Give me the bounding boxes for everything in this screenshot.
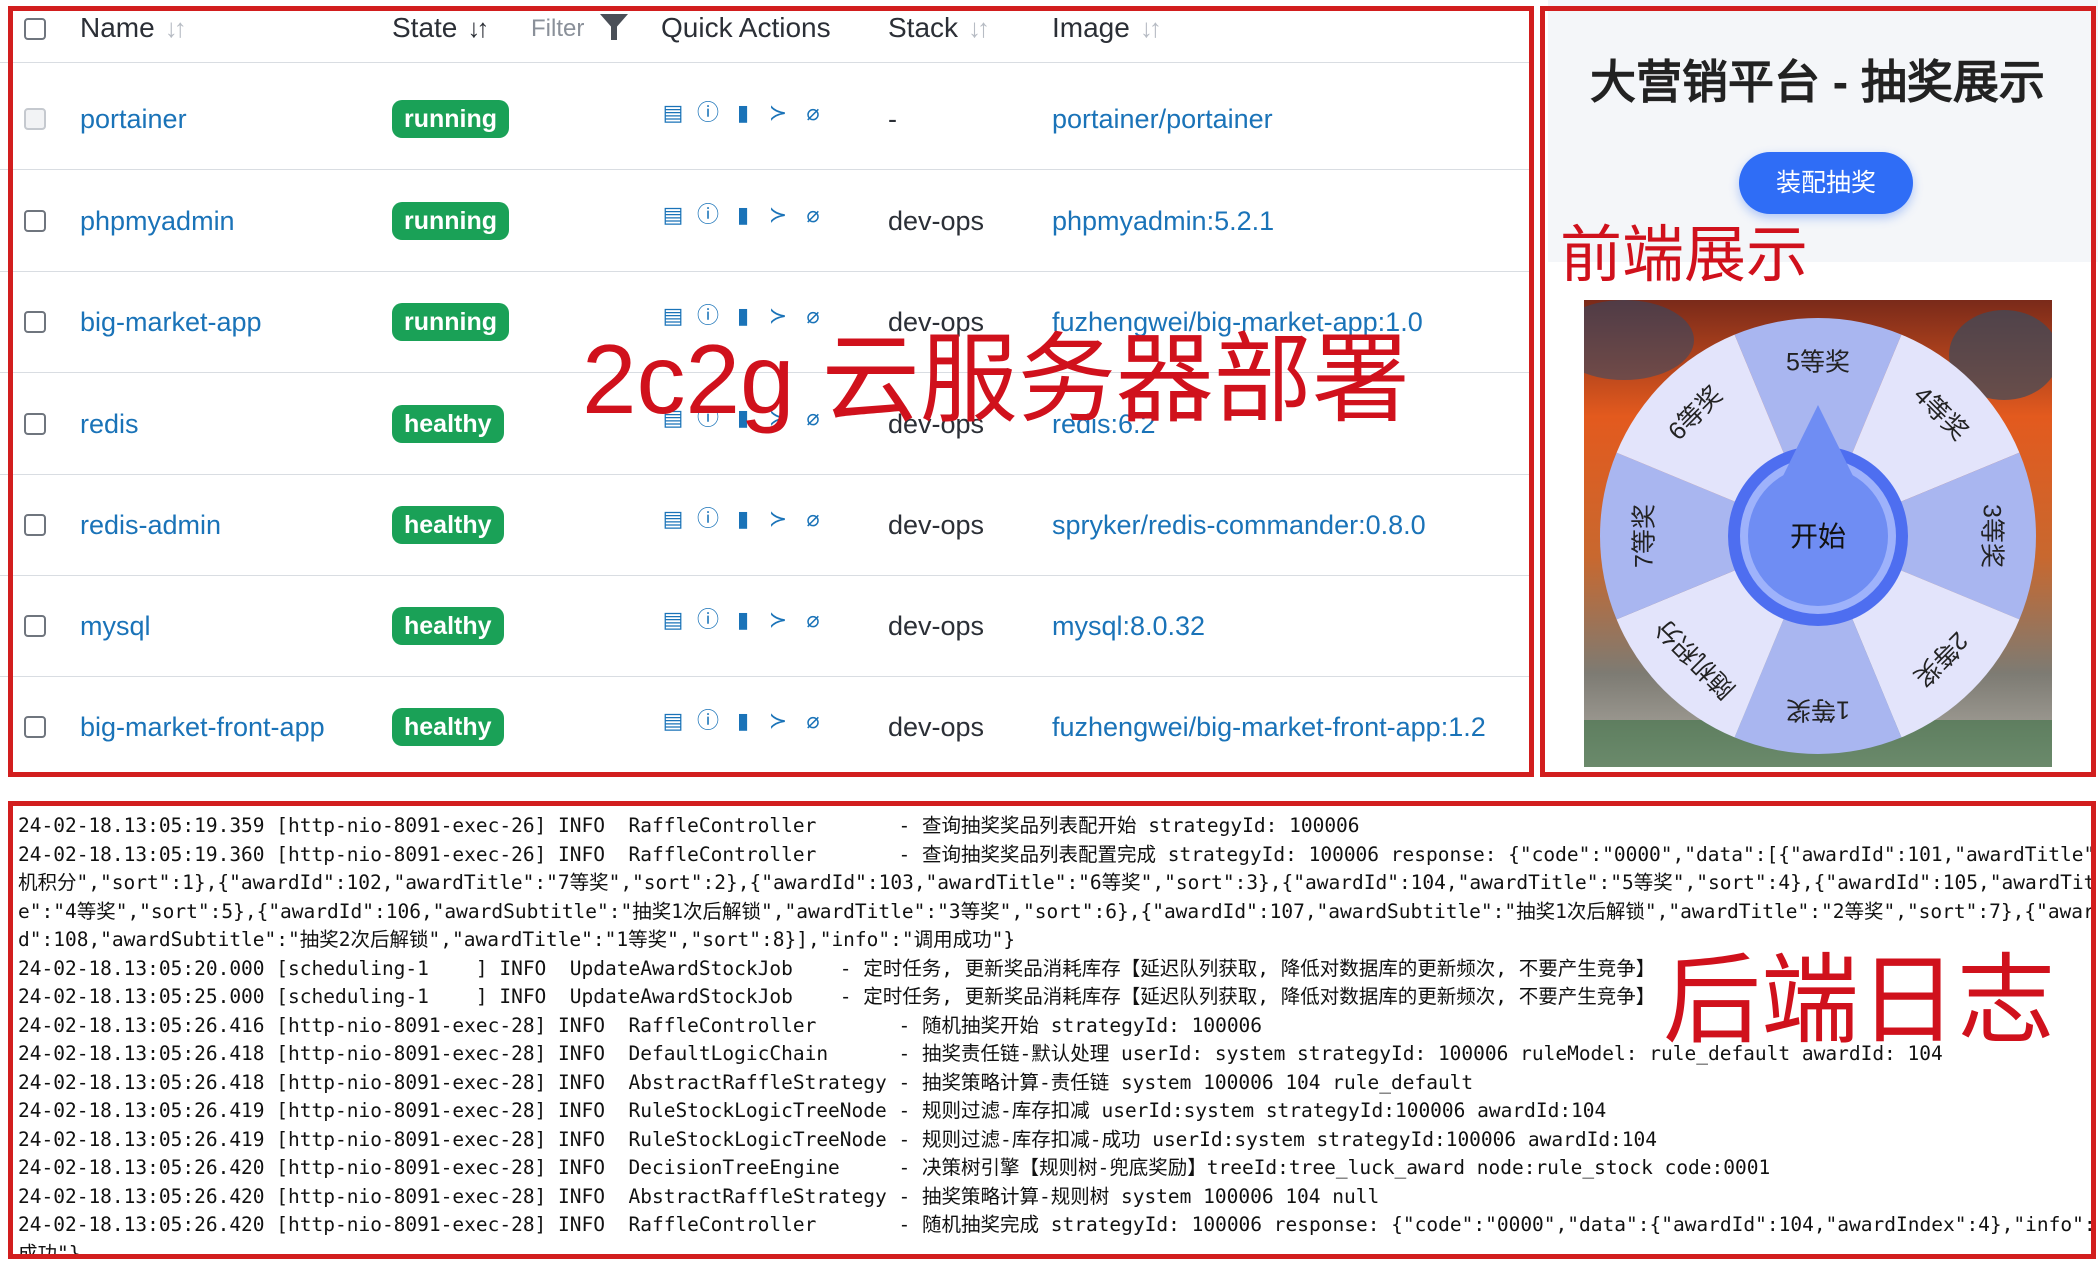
frontend-highlight-box [1540, 6, 2096, 777]
deploy-highlight-box [8, 6, 1534, 777]
backend-highlight-box [8, 801, 2096, 1259]
